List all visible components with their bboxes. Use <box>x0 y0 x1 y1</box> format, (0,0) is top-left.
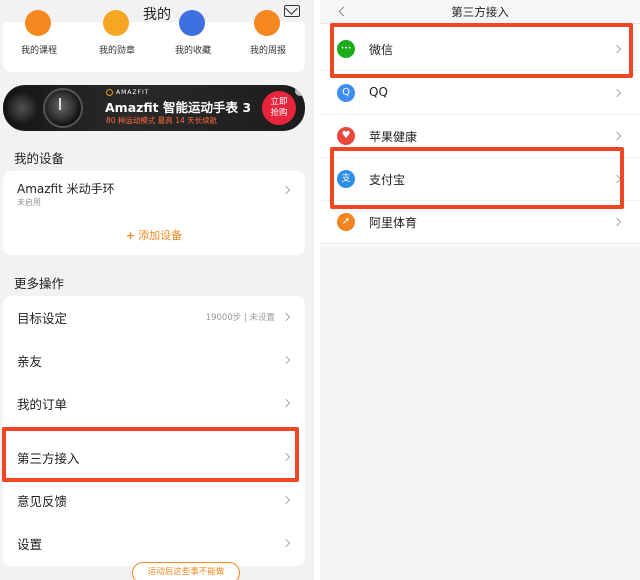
list-item-settings[interactable]: 设置 <box>3 522 305 565</box>
list-item-label: 目标设定 <box>17 311 68 326</box>
cta-line-1: 立即 <box>270 97 288 107</box>
list-item-value: 19000步 | 未设置 <box>205 313 275 323</box>
device-name: Amazfit 米动手环 <box>17 182 115 196</box>
more-section-title: 更多操作 <box>14 276 65 291</box>
qq-icon: Q <box>337 84 355 102</box>
add-device-button[interactable]: + 添加设备 <box>3 227 305 243</box>
course-icon <box>25 10 51 36</box>
highlight-third-party <box>2 427 299 482</box>
medal-icon <box>103 10 129 36</box>
devices-section-title: 我的设备 <box>14 151 65 166</box>
buy-now-button[interactable]: 立即 抢购 <box>262 91 296 125</box>
promo-banner[interactable]: AMAZFIT Amazfit 智能运动手表 3 80 种运动模式 最高 14 … <box>3 85 305 131</box>
banner-headline: Amazfit 智能运动手表 3 <box>105 100 252 115</box>
page-title: 第三方接入 <box>451 5 509 19</box>
list-item-label: 意见反馈 <box>17 494 68 509</box>
mail-icon[interactable] <box>284 5 300 17</box>
chevron-right-icon <box>281 538 291 548</box>
shortcut-label: 我的收藏 <box>174 46 211 56</box>
chevron-right-icon <box>612 131 622 141</box>
shortcut-label: 我的周报 <box>249 46 286 56</box>
chevron-right-icon <box>281 185 291 195</box>
list-item-friends[interactable]: 亲友 <box>3 339 305 382</box>
highlight-wechat <box>330 23 633 78</box>
devices-card: Amazfit 米动手环 未启用 + 添加设备 <box>3 171 305 255</box>
chevron-right-icon <box>612 217 622 227</box>
empty-area <box>320 245 640 580</box>
plus-icon: + <box>125 229 136 242</box>
shortcut-label: 我的课程 <box>20 46 57 56</box>
list-item-label: 苹果健康 <box>369 130 418 144</box>
watch-image <box>43 88 83 128</box>
chevron-right-icon <box>281 355 291 365</box>
favorite-icon <box>179 10 205 36</box>
close-banner-icon[interactable] <box>295 86 305 96</box>
list-item-label: 阿里体育 <box>369 216 418 230</box>
apple-health-icon: ♥ <box>337 127 355 145</box>
add-device-label: 添加设备 <box>138 229 183 242</box>
cta-line-2: 抢购 <box>270 108 288 118</box>
list-item-label: 我的订单 <box>17 397 68 412</box>
profile-screen: 我的 我的课程 我的勋章 我的收藏 我的周报 AMAZFIT Amazfit 智… <box>0 0 314 580</box>
banner-brand: AMAZFIT <box>106 89 149 96</box>
list-item-label: QQ <box>369 85 388 99</box>
ali-sports-icon: ➚ <box>337 213 355 231</box>
chevron-right-icon <box>281 495 291 505</box>
list-item-qq[interactable]: Q QQ <box>320 72 640 115</box>
device-row[interactable]: Amazfit 米动手环 未启用 <box>3 171 305 213</box>
chevron-right-icon <box>612 88 622 98</box>
banner-decoration <box>7 93 37 123</box>
article-pill-button[interactable]: 运动后这些事不能做 <box>132 562 240 580</box>
highlight-alipay <box>330 147 624 209</box>
list-item-goal-setting[interactable]: 目标设定 19000步 | 未设置 <box>3 296 305 339</box>
device-status: 未启用 <box>17 198 41 207</box>
list-item-label: 亲友 <box>17 354 43 369</box>
list-item-feedback[interactable]: 意见反馈 <box>3 479 305 522</box>
report-icon <box>254 10 280 36</box>
third-party-screen: 第三方接入 ••• 微信 Q QQ ♥ 苹果健康 支 支付宝 ➚ 阿里体育 <box>320 0 640 580</box>
third-party-header: 第三方接入 <box>320 0 640 24</box>
shortcut-label: 我的勋章 <box>98 46 135 56</box>
banner-subtitle: 80 种运动模式 最高 14 天长续航 <box>106 116 218 125</box>
chevron-right-icon <box>281 398 291 408</box>
list-item-label: 设置 <box>17 537 43 552</box>
shortcut-bar: 我的课程 我的勋章 我的收藏 我的周报 <box>3 10 305 72</box>
chevron-right-icon <box>281 312 291 322</box>
list-item-my-orders[interactable]: 我的订单 <box>3 382 305 425</box>
